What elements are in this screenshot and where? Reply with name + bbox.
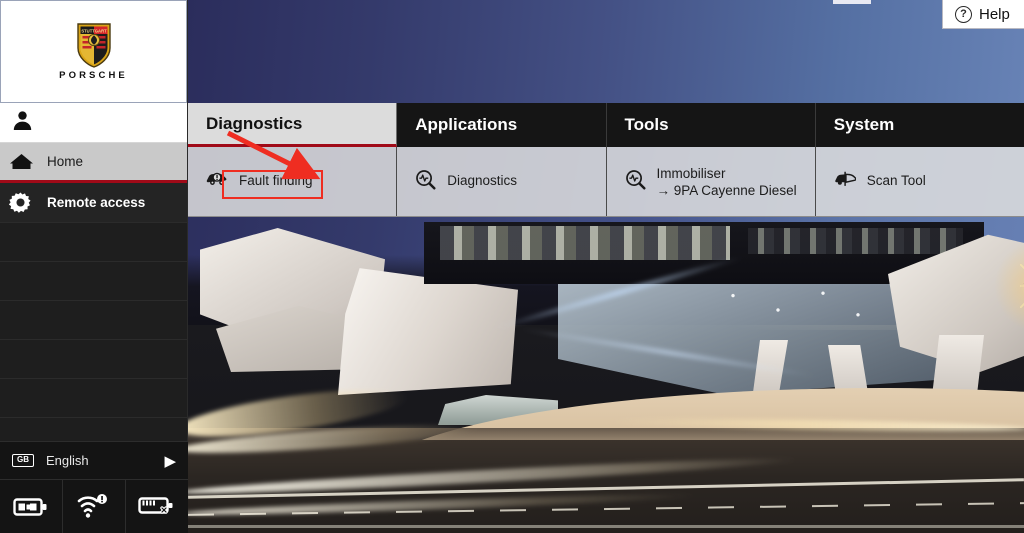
sidebar-item-label-home: Home [47,154,84,169]
language-selector[interactable]: GB English ▶ [0,441,188,480]
wifi-warning-icon[interactable] [63,480,126,533]
tab-label-diagnostics: Diagnostics [206,113,303,133]
tab-label-applications: Applications [415,115,518,134]
submenu-label-immobiliser: Immobiliser [656,165,726,181]
battery-disconnected-icon[interactable] [126,480,188,533]
lane-marking-3 [188,525,1024,528]
sidebar-item-home[interactable]: Home [0,143,187,183]
svg-text:STUTTGART: STUTTGART [81,28,107,33]
submenu-bar: Fault finding Diagnostics Immobiliser → … [188,147,1024,217]
porsche-crest-icon: STUTTGART [76,22,112,68]
submenu-item-immobiliser[interactable]: Immobiliser → 9PA Cayenne Diesel [607,147,816,216]
tab-label-system: System [833,115,895,134]
submenu-item-diagnostics[interactable]: Diagnostics [397,147,607,216]
help-button-label: Help [979,5,1010,23]
sidebar-blank-row-1 [0,223,187,262]
submenu-label-diagnostics: Diagnostics [447,173,518,189]
magnifier-wave-icon-2 [625,169,646,195]
brand-logo: STUTTGART PORSCHE [0,0,187,103]
help-button[interactable]: ? Help [942,0,1024,29]
submenu-item-scan-tool[interactable]: Scan Tool [816,147,1024,216]
tab-system[interactable]: System [815,103,1024,147]
tab-tools[interactable]: Tools [606,103,816,147]
header-notch [833,0,871,4]
car-scan-icon [834,170,857,193]
tab-applications[interactable]: Applications [397,103,607,147]
language-code-badge: GB [12,454,34,467]
user-icon [12,110,33,136]
sidebar-blank-row-2 [0,262,187,301]
sidebar-item-remote-access[interactable]: Remote access [0,183,187,223]
home-icon [9,152,47,172]
question-circle-icon: ? [955,5,972,23]
tab-label-tools: Tools [624,115,669,134]
brand-wordmark: PORSCHE [59,70,128,81]
app-header: ? Help [188,0,1024,103]
submenu-sublabel-immobiliser: → 9PA Cayenne Diesel [656,183,797,199]
chevron-right-icon: ▶ [164,452,176,470]
language-label: English [46,453,89,468]
submenu-label-fault-finding: Fault finding [239,173,313,189]
museum-band-windows [440,226,730,260]
sidebar: STUTTGART PORSCHE Home Remote access GB … [0,0,188,533]
car-fault-icon [206,170,228,193]
tab-diagnostics[interactable]: Diagnostics [188,103,398,147]
battery-charging-icon[interactable] [0,480,63,533]
main-tab-bar: Diagnostics Applications Tools System [188,103,1024,147]
sidebar-blank-row-4 [0,340,187,379]
museum-band-windows-right [748,228,963,254]
gear-icon [9,191,47,214]
app-root: ? Help STUTTGART PORSCHE Home Remote acc… [0,0,1024,533]
submenu-label-scan-tool: Scan Tool [866,173,926,189]
magnifier-wave-icon [415,169,436,195]
user-account-row[interactable] [0,103,187,143]
sidebar-item-label-remote-access: Remote access [47,195,146,210]
submenu-item-fault-finding[interactable]: Fault finding [188,147,398,216]
sidebar-blank-row-5 [0,379,187,418]
street-lamp-rays [1020,264,1024,308]
status-bar [0,480,188,533]
sidebar-blank-row-3 [0,301,187,340]
